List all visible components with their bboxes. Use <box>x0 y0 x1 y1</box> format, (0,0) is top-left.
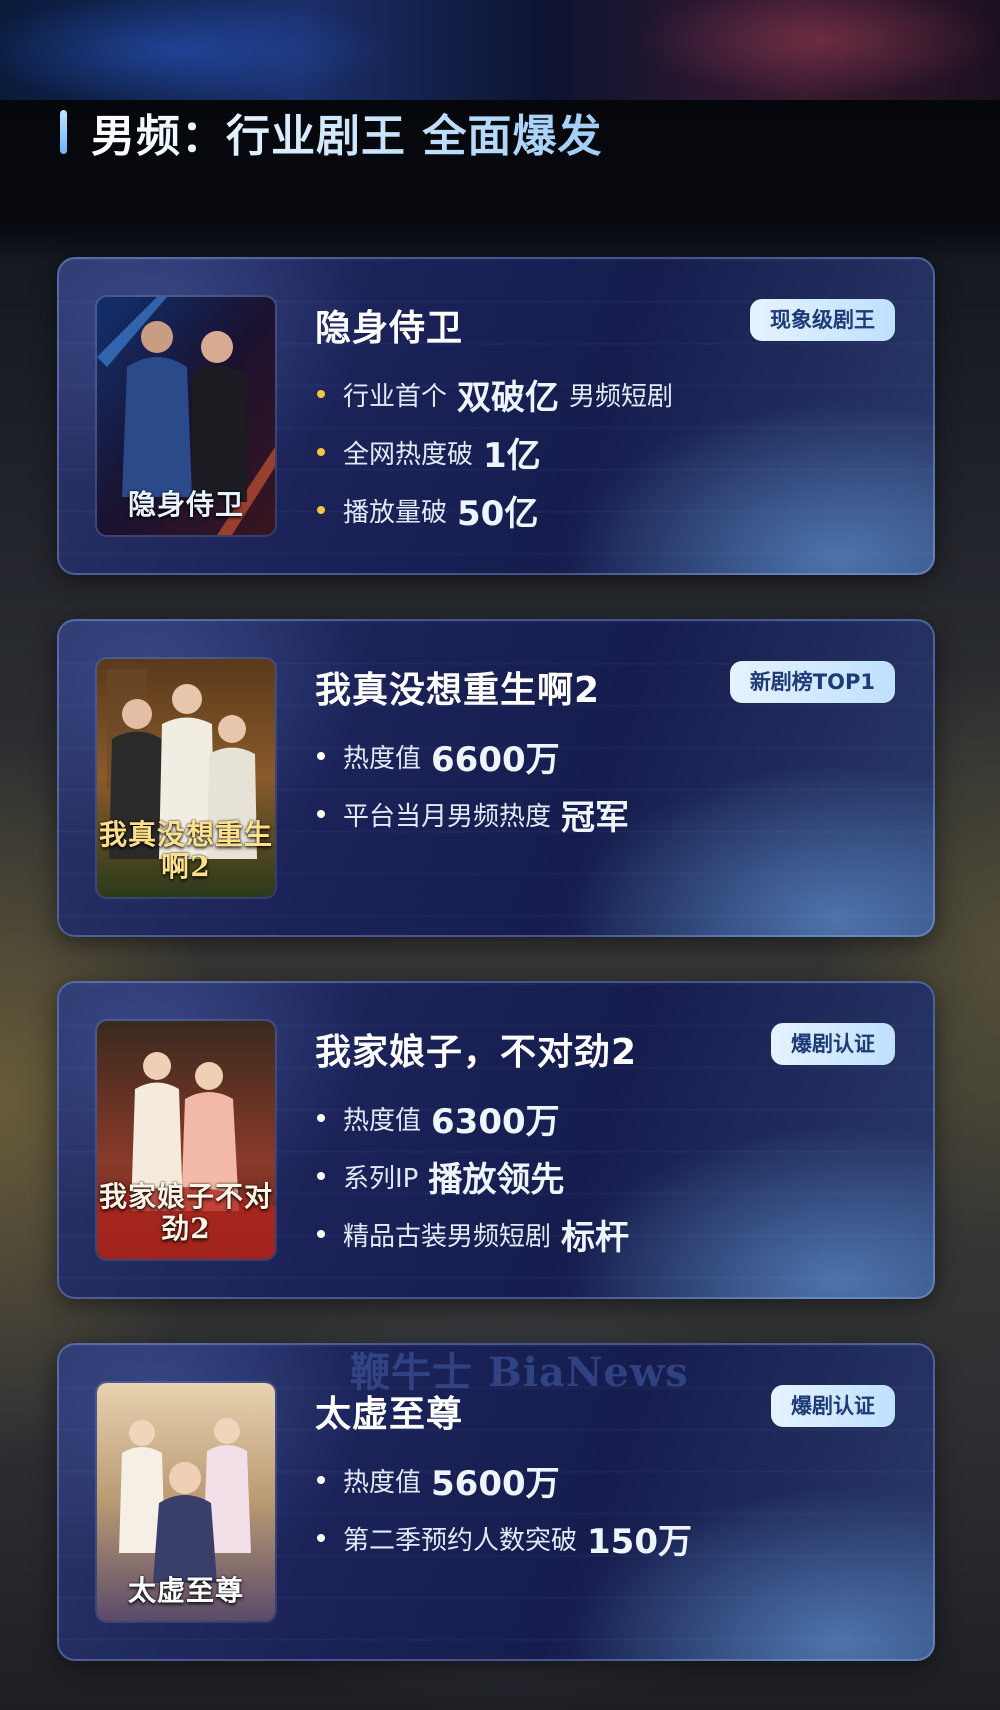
bullet-dot-icon <box>317 390 325 398</box>
status-badge: 爆剧认证 <box>771 1023 895 1065</box>
status-badge: 现象级剧王 <box>750 299 895 341</box>
bullet-dot-icon <box>317 1172 325 1180</box>
bullet-dot-icon <box>317 506 325 514</box>
drama-poster[interactable]: 我家娘子不对劲2 <box>97 1021 275 1259</box>
stat-label: 播放量破 <box>343 497 448 528</box>
stat-item: 播放量破 50亿 <box>315 481 673 539</box>
bullet-dot-icon <box>317 1476 325 1484</box>
poster-title: 隐身侍卫 <box>127 488 244 521</box>
stat-item: 平台当月男频热度 冠军 <box>315 785 639 843</box>
stat-highlight: 6600万 <box>431 739 560 780</box>
stat-label: 全网热度破 <box>343 439 474 470</box>
drama-title: 我真没想重生啊2 <box>315 670 601 711</box>
drama-poster[interactable]: 隐身侍卫 <box>97 297 275 535</box>
drama-card[interactable]: 隐身侍卫 隐身侍卫 现象级剧王 行业首个 双破亿 男频短剧 全网热度破 1亿 播… <box>57 257 935 575</box>
poster-title: 太虚至尊 <box>127 1574 244 1607</box>
bullet-dot-icon <box>317 448 325 456</box>
stats-list: 热度值 6300万 系列IP 播放领先 精品古装男频短剧 标杆 <box>315 1089 639 1263</box>
stat-suffix: 男频短剧 <box>569 381 674 412</box>
stats-list: 热度值 5600万 第二季预约人数突破 150万 <box>315 1451 702 1567</box>
stat-highlight: 1亿 <box>483 435 541 476</box>
bullet-dot-icon <box>317 1230 325 1238</box>
stat-label: 精品古装男频短剧 <box>343 1221 552 1252</box>
stat-item: 热度值 5600万 <box>315 1451 702 1509</box>
status-badge: 爆剧认证 <box>771 1385 895 1427</box>
stat-highlight: 冠军 <box>561 797 630 838</box>
bullet-dot-icon <box>317 1114 325 1122</box>
drama-poster[interactable]: 太虚至尊 <box>97 1383 275 1621</box>
stat-item: 第二季预约人数突破 150万 <box>315 1509 702 1567</box>
bullet-dot-icon <box>317 810 325 818</box>
stat-item: 行业首个 双破亿 男频短剧 <box>315 365 673 423</box>
stat-item: 全网热度破 1亿 <box>315 423 673 481</box>
stats-list: 行业首个 双破亿 男频短剧 全网热度破 1亿 播放量破 50亿 <box>315 365 673 539</box>
section-title: 男频：行业剧王 全面爆发 <box>60 102 602 162</box>
stat-highlight: 标杆 <box>561 1217 630 1258</box>
stats-list: 热度值 6600万 平台当月男频热度 冠军 <box>315 727 639 843</box>
stat-label: 第二季预约人数突破 <box>343 1525 578 1556</box>
poster-title: 我真没想重生啊2 <box>98 818 273 883</box>
bullet-dot-icon <box>317 1534 325 1542</box>
bullet-dot-icon <box>317 752 325 760</box>
stat-item: 精品古装男频短剧 标杆 <box>315 1205 639 1263</box>
stat-label: 热度值 <box>343 1105 422 1136</box>
watermark: 鞭牛士 BiaNews <box>350 1349 689 1396</box>
stat-label: 热度值 <box>343 743 422 774</box>
stat-highlight: 6300万 <box>431 1101 560 1142</box>
status-badge: 新剧榜TOP1 <box>729 661 895 703</box>
stat-label: 行业首个 <box>343 381 448 412</box>
poster-title: 我家娘子不对劲2 <box>98 1180 273 1245</box>
top-decorative-band <box>0 0 1000 100</box>
drama-title: 我家娘子，不对劲2 <box>315 1032 638 1073</box>
stat-highlight: 150万 <box>587 1521 692 1562</box>
drama-card[interactable]: 我家娘子不对劲2 我家娘子，不对劲2 爆剧认证 热度值 6300万 系列IP 播… <box>57 981 935 1299</box>
stat-highlight: 双破亿 <box>457 377 560 418</box>
stat-highlight: 5600万 <box>431 1463 560 1504</box>
stat-item: 系列IP 播放领先 <box>315 1147 639 1205</box>
drama-title: 隐身侍卫 <box>315 308 464 349</box>
drama-card[interactable]: 我真没想重生啊2 我真没想重生啊2 新剧榜TOP1 热度值 6600万 平台当月… <box>57 619 935 937</box>
stat-label: 平台当月男频热度 <box>343 801 552 832</box>
stat-label: 热度值 <box>343 1467 422 1498</box>
stat-item: 热度值 6300万 <box>315 1089 639 1147</box>
section-title-text: 男频：行业剧王 全面爆发 <box>91 100 602 164</box>
stat-highlight: 50亿 <box>457 493 539 534</box>
stat-item: 热度值 6600万 <box>315 727 639 785</box>
title-accent-bar <box>60 110 67 154</box>
drama-poster[interactable]: 我真没想重生啊2 <box>97 659 275 897</box>
stat-label: 系列IP <box>343 1163 419 1194</box>
stat-highlight: 播放领先 <box>428 1159 565 1200</box>
